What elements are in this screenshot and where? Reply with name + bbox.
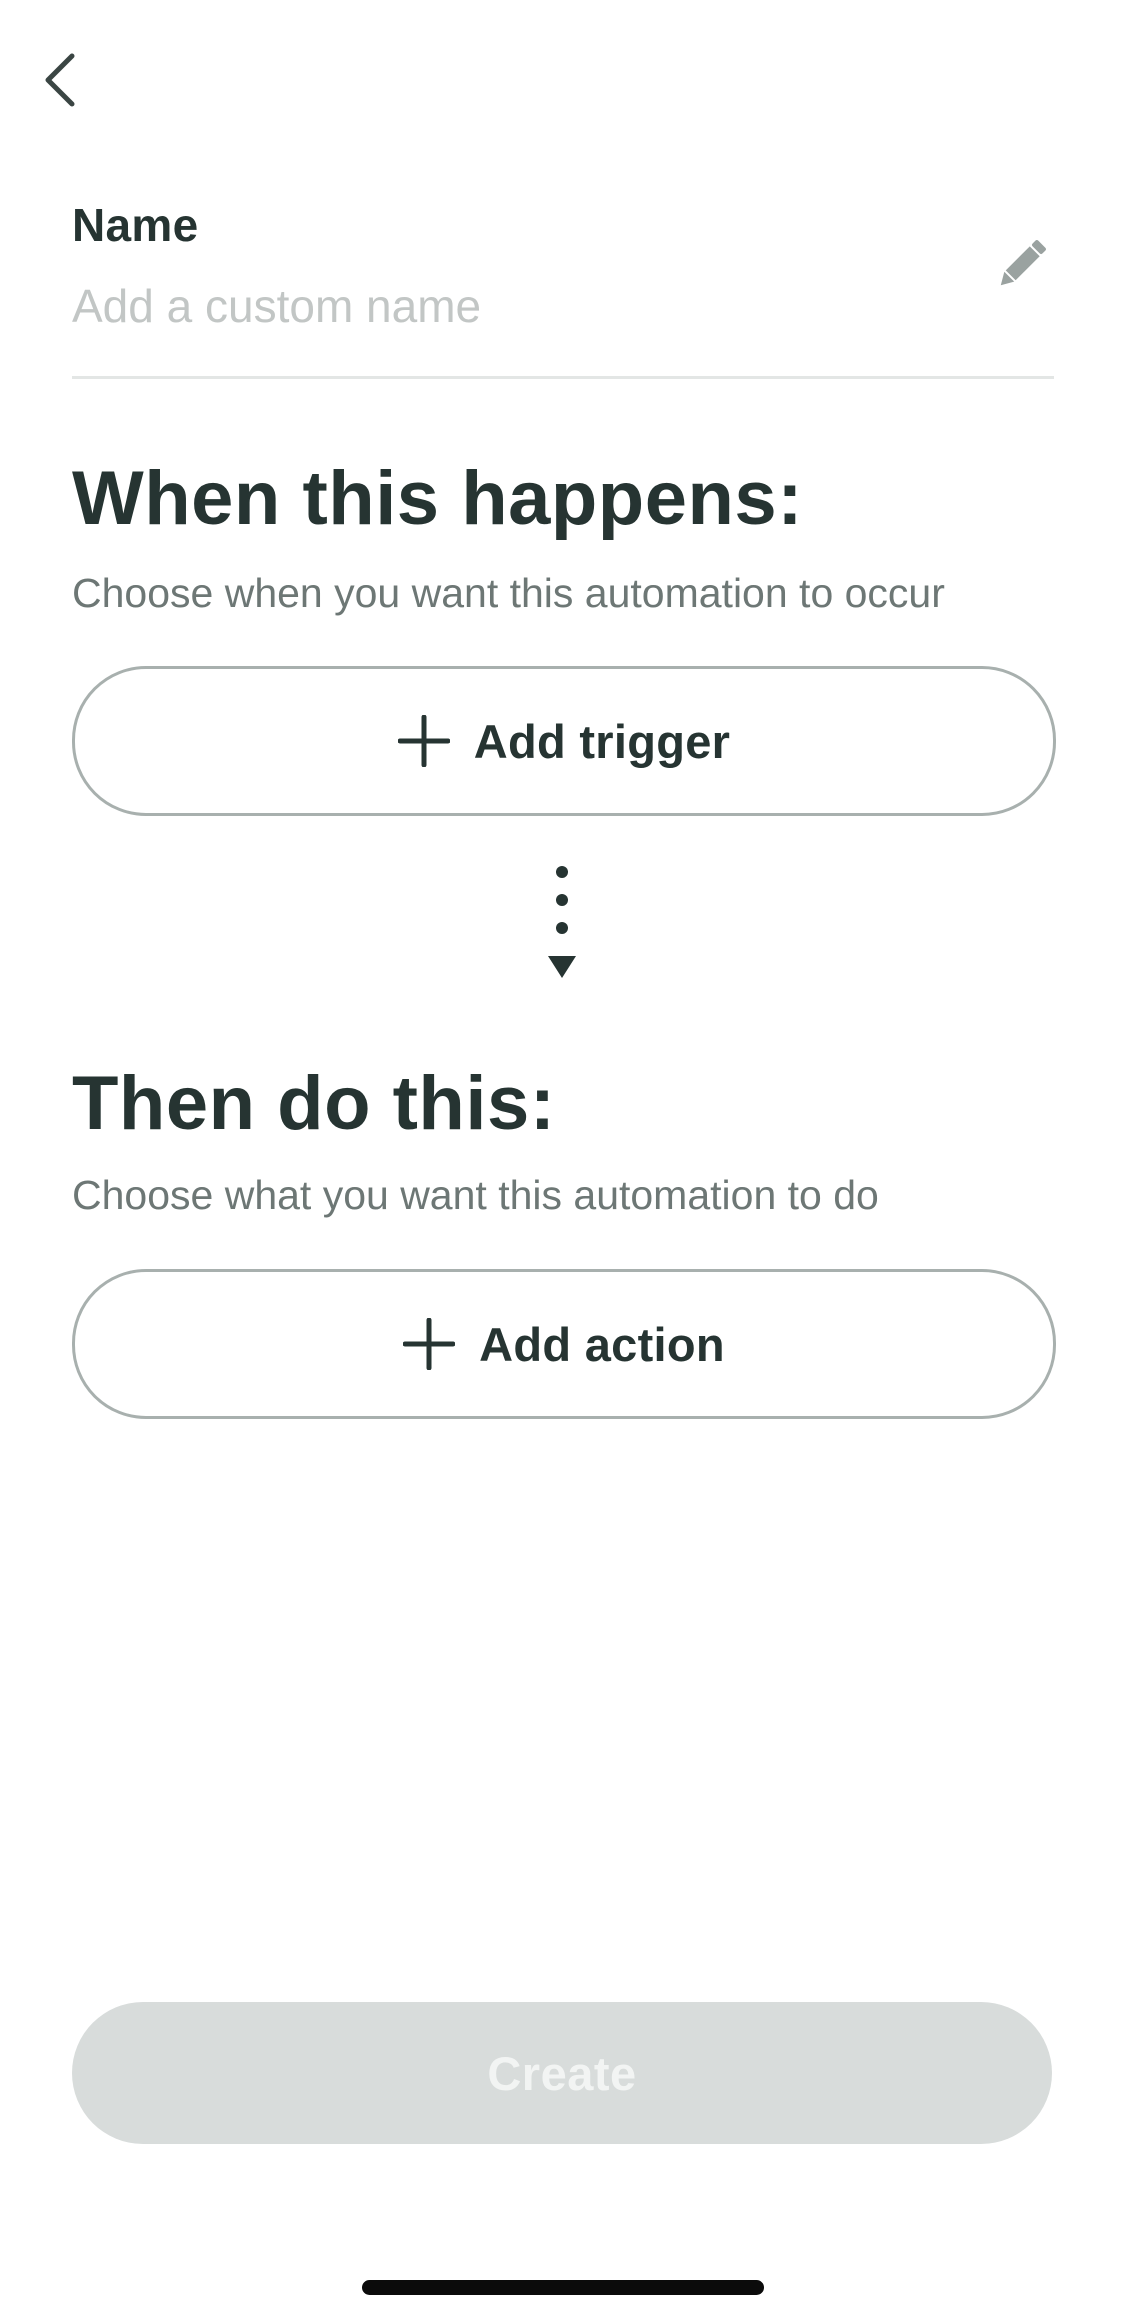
name-field-group: Name (72, 190, 1054, 380)
name-label: Name (72, 199, 199, 251)
add-trigger-label: Add trigger (473, 714, 731, 768)
back-button[interactable] (30, 40, 90, 120)
chevron-left-icon (45, 53, 75, 107)
trigger-heading: When this happens: (72, 456, 803, 541)
plus-icon (397, 715, 450, 767)
dotted-arrow-down-icon (548, 866, 576, 978)
add-trigger-button[interactable]: Add trigger (72, 666, 1056, 816)
trigger-description: Choose when you want this automation to … (72, 570, 945, 616)
action-heading: Then do this: (72, 1061, 556, 1146)
home-indicator (362, 2280, 764, 2295)
add-action-label: Add action (479, 1317, 725, 1371)
plus-icon (403, 1318, 456, 1370)
create-button[interactable]: Create (72, 2002, 1052, 2144)
action-description: Choose what you want this automation to … (72, 1172, 879, 1218)
name-divider (72, 376, 1054, 379)
pencil-icon[interactable] (990, 232, 1054, 296)
name-input[interactable] (72, 270, 932, 342)
add-action-button[interactable]: Add action (72, 1269, 1056, 1419)
